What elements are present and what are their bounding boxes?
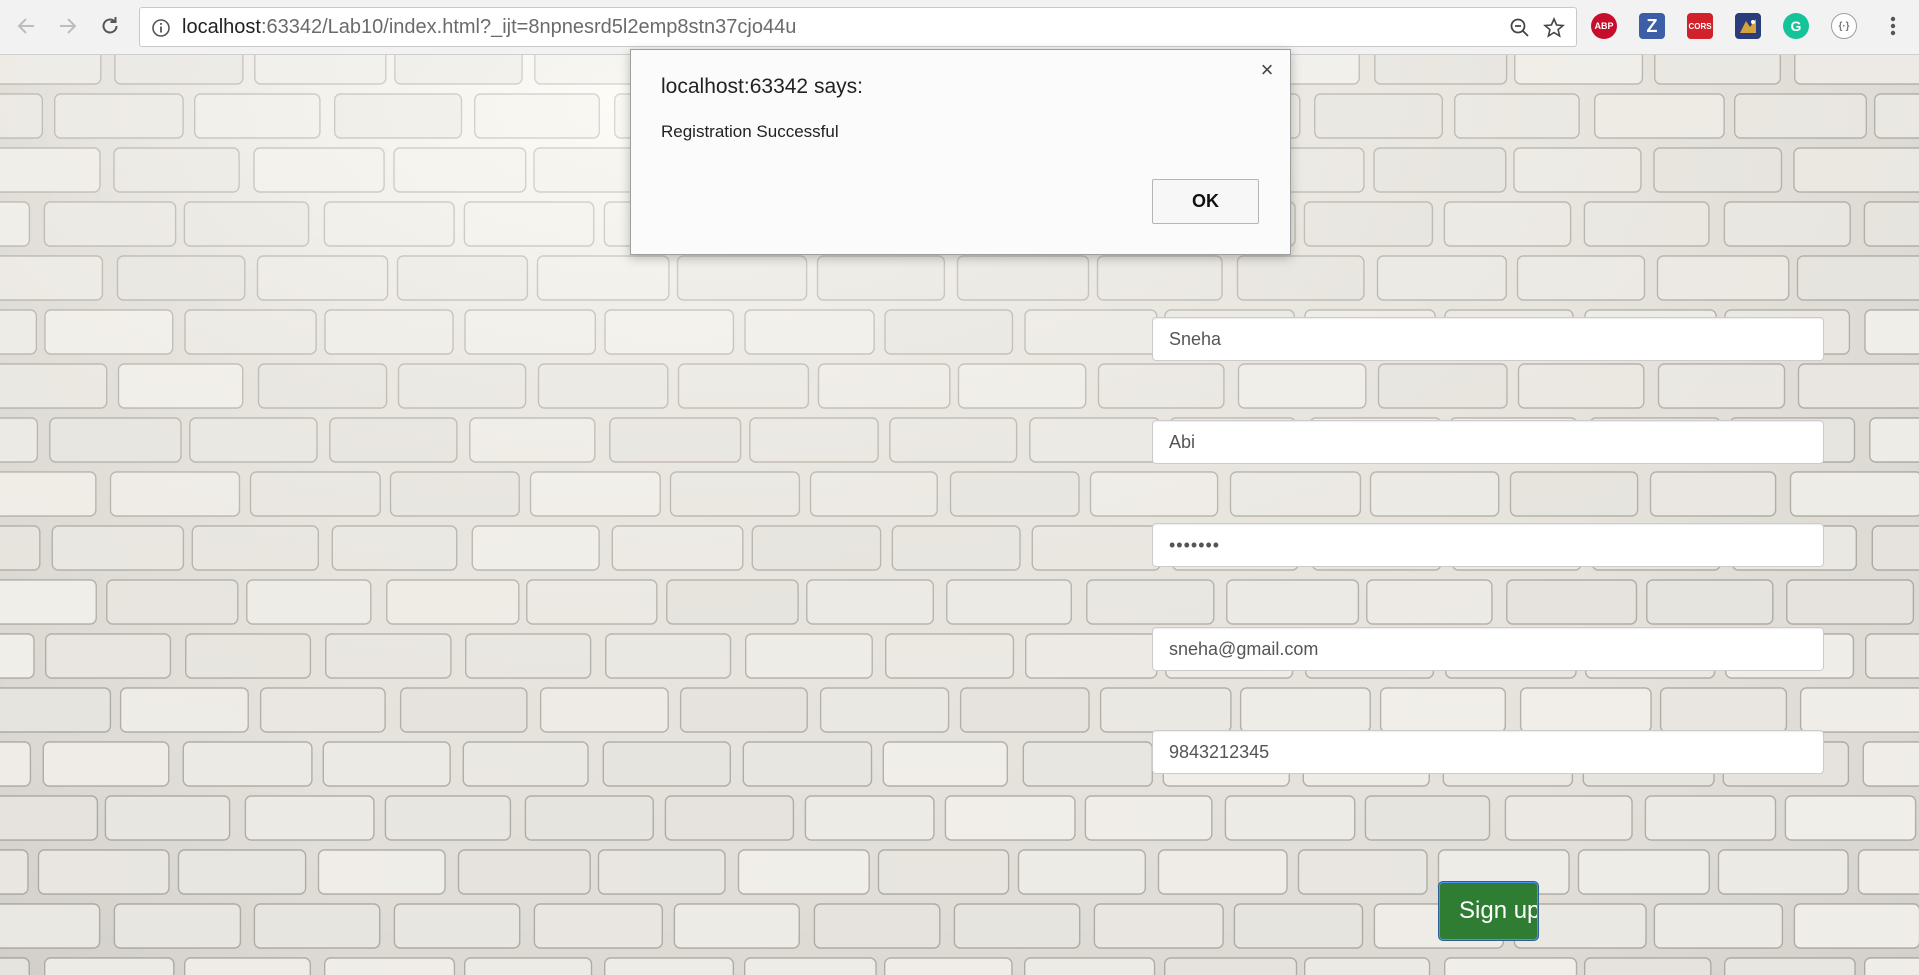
url-path: :63342/Lab10/index.html?_ijt=8npnesrd5l2… (260, 16, 797, 38)
back-arrow-icon[interactable] (10, 10, 42, 42)
dialog-message: Registration Successful (661, 122, 839, 141)
grammarly-extension-icon[interactable]: G (1783, 13, 1809, 39)
zoom-out-icon[interactable] (1509, 17, 1531, 44)
password-field[interactable]: ••••••• (1152, 523, 1824, 567)
close-icon[interactable]: × (1257, 59, 1277, 81)
sky-extension-icon[interactable] (1735, 13, 1761, 39)
alert-dialog: localhost:63342 says: Registration Succe… (630, 49, 1291, 255)
sign-up-button[interactable]: Sign up (1438, 881, 1539, 941)
last-name-field[interactable]: Abi (1152, 420, 1824, 464)
address-bar[interactable]: localhost:63342/Lab10/index.html?_ijt=8n… (139, 7, 1577, 47)
url-text[interactable]: localhost:63342/Lab10/index.html?_ijt=8n… (182, 8, 796, 46)
json-viewer-extension-icon[interactable]: {·} (1831, 13, 1857, 39)
bookmark-star-icon[interactable] (1543, 16, 1565, 44)
first-name-field[interactable]: Sneha (1152, 317, 1824, 361)
forward-arrow-icon[interactable] (52, 10, 84, 42)
email-field[interactable]: sneha@gmail.com (1152, 627, 1824, 671)
browser-toolbar: localhost:63342/Lab10/index.html?_ijt=8n… (0, 0, 1919, 55)
dialog-title: localhost:63342 says: (661, 75, 863, 98)
zotero-extension-icon[interactable]: Z (1639, 13, 1665, 39)
kebab-menu-icon[interactable] (1879, 10, 1907, 42)
url-host: localhost (182, 16, 261, 38)
adblock-plus-extension-icon[interactable]: ABP (1591, 13, 1617, 39)
cors-extension-icon[interactable]: CORS (1687, 13, 1713, 39)
info-icon[interactable] (151, 18, 171, 43)
reload-icon[interactable] (94, 10, 126, 42)
ok-button[interactable]: OK (1152, 179, 1259, 224)
phone-field[interactable]: 9843212345 (1152, 730, 1824, 774)
